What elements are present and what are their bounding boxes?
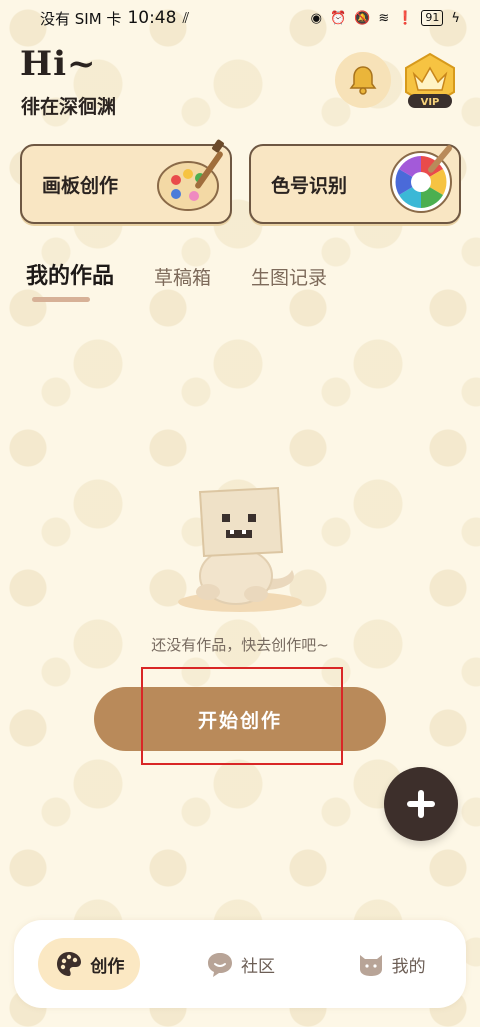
- palette-icon: [157, 139, 224, 211]
- wifi-icon: ≋: [378, 10, 390, 26]
- drawing-board-card[interactable]: 画板创作: [20, 139, 232, 224]
- tab-image-history[interactable]: 生图记录: [251, 263, 327, 290]
- cat-face-icon: [359, 955, 382, 976]
- vip-badge-button[interactable]: VIP: [402, 52, 458, 110]
- greeting-title: Hi~: [20, 44, 97, 84]
- empty-state-message: 还没有作品，快去创作吧~: [151, 636, 329, 654]
- mute-icon: 🔕: [354, 10, 371, 26]
- notification-button[interactable]: [335, 52, 391, 108]
- carrier-label: 没有 SIM 卡: [40, 9, 122, 28]
- tab-my-works[interactable]: 我的作品: [26, 258, 114, 290]
- highlight-annotation-box: [141, 667, 343, 765]
- eye-icon: ◉: [310, 10, 322, 26]
- alarm-icon: ⏰: [329, 10, 347, 26]
- color-identify-card[interactable]: 色号识别: [249, 144, 461, 224]
- nav-create[interactable]: 创作: [38, 938, 141, 990]
- alert-icon: ❗: [397, 10, 414, 26]
- vip-label: VIP: [421, 97, 440, 108]
- nfc-icon: ⫽: [182, 9, 190, 27]
- nav-label: 创作: [90, 956, 125, 977]
- status-time: 10:48: [127, 8, 177, 28]
- active-tab-indicator: [32, 297, 90, 302]
- battery-indicator: 91: [421, 10, 444, 26]
- bell-icon: [349, 66, 377, 95]
- nav-label: 社区: [240, 956, 275, 977]
- nav-community[interactable]: 社区: [189, 938, 291, 990]
- content-tabs: 我的作品 草稿箱 生图记录: [26, 258, 327, 290]
- color-wheel-icon: [390, 145, 452, 213]
- chat-bubble-icon: [207, 953, 232, 977]
- charging-icon: ϟ: [451, 10, 460, 26]
- plus-icon: [407, 790, 435, 818]
- username: 徘在深徊渊: [21, 96, 117, 118]
- card-label: 色号识别: [271, 174, 348, 197]
- bottom-navigation: 创作 社区 我的: [14, 920, 466, 1008]
- nav-profile[interactable]: 我的: [340, 938, 442, 990]
- card-label: 画板创作: [42, 174, 119, 197]
- add-button[interactable]: [384, 767, 458, 841]
- empty-state-mascot-icon: [178, 486, 302, 612]
- tab-drafts[interactable]: 草稿箱: [154, 263, 211, 290]
- status-bar: 没有 SIM 卡 10:48 ⫽ ◉ ⏰ 🔕 ≋ ❗ 91 ϟ: [0, 0, 480, 36]
- crown-icon: VIP: [405, 52, 455, 108]
- palette-icon: [57, 952, 82, 976]
- nav-label: 我的: [391, 956, 426, 977]
